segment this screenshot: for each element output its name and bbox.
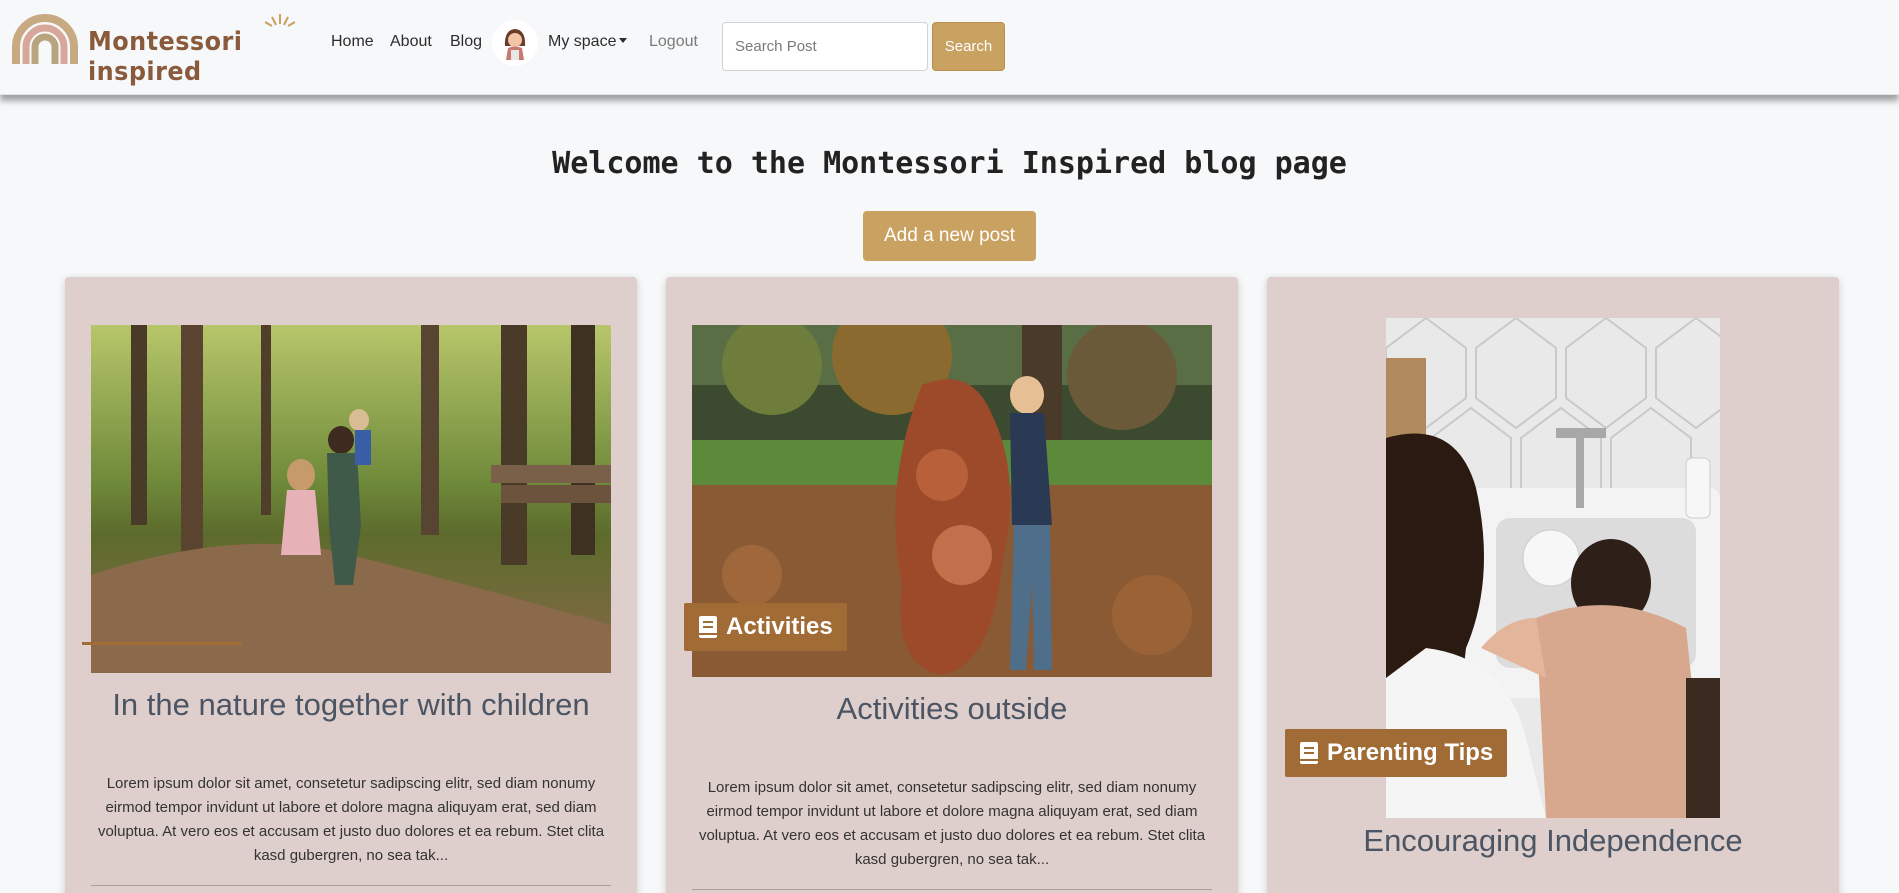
sun-rays-icon xyxy=(264,14,296,27)
post-card[interactable]: Activities Activities outside Lorem ipsu… xyxy=(666,277,1238,893)
top-navbar: Montessori inspired Home About Blog My s… xyxy=(0,0,1899,95)
post-title[interactable]: Encouraging Independence xyxy=(1267,823,1839,859)
nav-about-link[interactable]: About xyxy=(390,33,432,51)
category-tag[interactable]: Activities xyxy=(684,603,847,651)
logout-link[interactable]: Logout xyxy=(649,33,698,51)
post-excerpt: Lorem ipsum dolor sit amet, consetetur s… xyxy=(698,779,1206,868)
caret-down-icon xyxy=(619,38,628,43)
search-button[interactable]: Search xyxy=(932,22,1005,71)
page-title: Welcome to the Montessori Inspired blog … xyxy=(552,146,1347,181)
nav-home-link[interactable]: Home xyxy=(331,33,374,51)
post-image-nature[interactable] xyxy=(91,325,611,673)
my-space-dropdown[interactable]: My space xyxy=(548,33,628,51)
card-divider xyxy=(91,885,611,886)
post-card[interactable]: Parenting Tips Encouraging Independence xyxy=(1267,277,1839,893)
category-tag[interactable]: Parenting Tips xyxy=(1285,729,1508,777)
brand-name: Montessori inspired xyxy=(88,27,243,87)
category-label: Activities xyxy=(726,613,833,640)
post-title[interactable]: In the nature together with children xyxy=(65,687,637,723)
my-space-label: My space xyxy=(548,33,617,50)
book-icon xyxy=(1300,742,1318,764)
rainbow-logo-icon xyxy=(12,14,78,64)
brand-logo[interactable]: Montessori inspired xyxy=(12,12,312,87)
post-excerpt: Lorem ipsum dolor sit amet, consetetur s… xyxy=(97,775,605,864)
user-avatar-icon[interactable] xyxy=(492,20,538,66)
card-divider xyxy=(692,889,1212,890)
post-title[interactable]: Activities outside xyxy=(666,691,1238,727)
category-label: Parenting Tips xyxy=(1327,739,1494,766)
search-input[interactable] xyxy=(722,22,928,71)
nav-blog-link[interactable]: Blog xyxy=(450,33,482,51)
book-icon xyxy=(699,616,717,638)
image-underline-accent xyxy=(82,642,242,645)
add-post-button[interactable]: Add a new post xyxy=(863,211,1036,261)
post-card[interactable]: In the nature together with children Lor… xyxy=(65,277,637,893)
